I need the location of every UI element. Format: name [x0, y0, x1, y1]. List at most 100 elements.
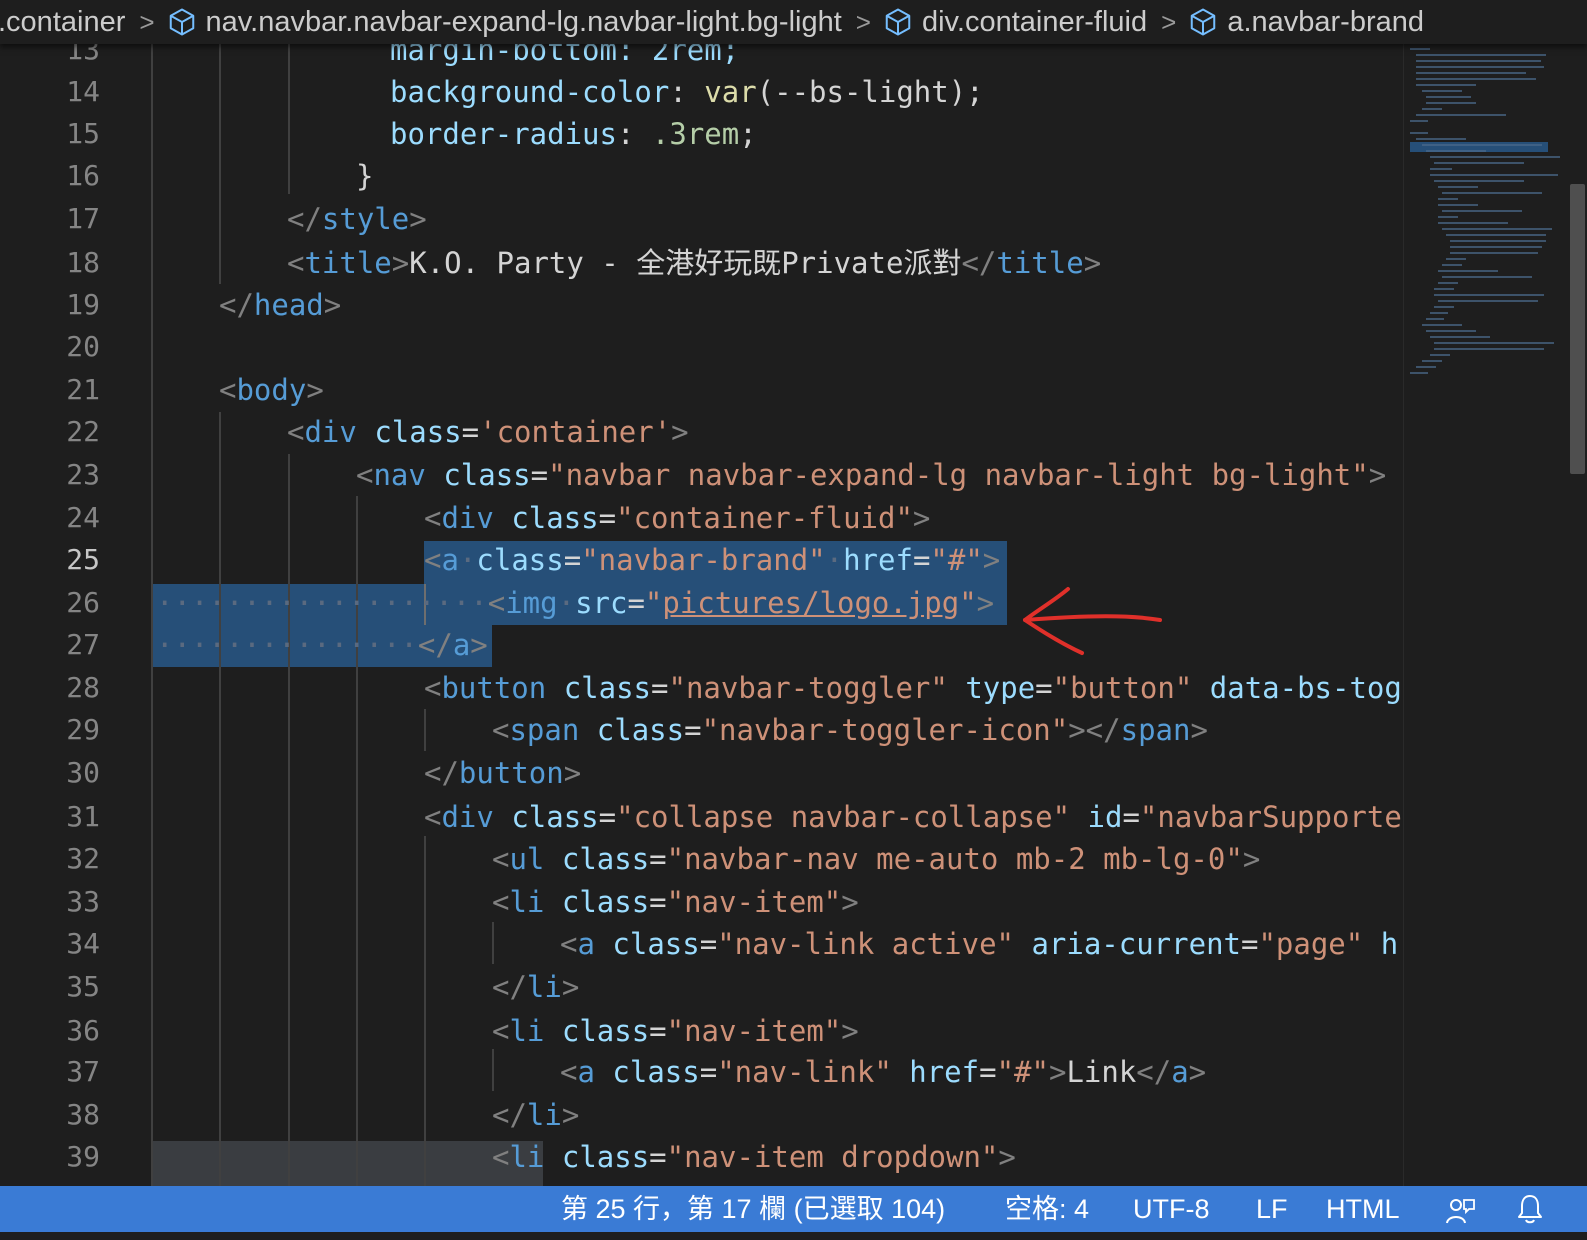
minimap-line [1422, 108, 1442, 110]
breadcrumb-item-a[interactable]: a.navbar-brand [1188, 6, 1424, 39]
code-line: <li class="nav-item dropdown"> [492, 1140, 1016, 1174]
attr-name: class [561, 885, 650, 919]
minimap-line [1438, 186, 1478, 188]
line-number: 27 [66, 628, 100, 661]
line-number: 14 [66, 75, 100, 108]
minimap-line [1416, 138, 1466, 140]
minimap-line [1434, 294, 1544, 296]
attr-name: class [443, 458, 531, 492]
indent-guide [219, 412, 221, 1186]
line-number-current: 25 [66, 543, 100, 576]
language-mode[interactable]: HTML [1326, 1186, 1400, 1232]
code-line: <a class="nav-link" href="#">Link</a> [560, 1055, 1207, 1089]
tag-name: li [526, 970, 562, 1004]
attr-value: "nav-item" [666, 1014, 842, 1048]
cursor-position[interactable]: 第 25 行，第 17 欄 (已選取 104) [561, 1186, 945, 1232]
indent-guide [219, 44, 221, 284]
minimap-line [1434, 348, 1544, 350]
code-line: } [356, 155, 373, 197]
minimap-line [1410, 132, 1428, 134]
attr-value: "navbarSupporte [1139, 800, 1402, 834]
code-line: <li class="nav-item"> [492, 885, 859, 919]
attr-value: "nav-link active" [717, 927, 1014, 961]
attr-name: class [563, 671, 652, 705]
attr-value: "navbar-toggler" [668, 671, 948, 705]
breadcrumb-label: div.container-fluid [921, 5, 1148, 38]
attr-value: "navbar-brand" [581, 543, 826, 577]
vertical-scrollbar[interactable] [1568, 44, 1587, 1186]
encoding-setting[interactable]: UTF-8 [1133, 1186, 1210, 1232]
indent-guide [151, 44, 153, 1186]
attr-name: class [561, 1140, 650, 1174]
tag-name: title [304, 246, 392, 280]
chevron-right-icon: > [139, 6, 155, 37]
line-number: 30 [66, 756, 100, 789]
tag-name: li [526, 1098, 562, 1132]
minimap-line [1410, 120, 1428, 122]
code-line: <body> [219, 373, 324, 407]
minimap-line [1426, 150, 1486, 152]
line-number: 17 [66, 202, 100, 235]
tag-name: li [509, 1014, 545, 1048]
attr-name: src [575, 586, 628, 620]
indent-guide [492, 1049, 494, 1091]
minimap-line [1426, 96, 1471, 98]
minimap-line [1446, 258, 1466, 260]
minimap-line [1426, 102, 1476, 104]
minimap-line [1430, 354, 1450, 356]
indentation-setting[interactable]: 空格: 4 [1005, 1186, 1089, 1232]
attr-value: "collapse navbar-collapse" [616, 800, 1071, 834]
code-line: </style> [287, 202, 427, 236]
code-line: </head> [219, 288, 342, 322]
file-link[interactable]: pictures/logo.jpg [662, 586, 959, 620]
breadcrumb-item-container[interactable]: .container [0, 6, 125, 39]
attr-value: "nav-item dropdown" [666, 1140, 999, 1174]
breadcrumb-label: nav.navbar.navbar-expand-lg.navbar-light… [205, 5, 842, 38]
line-number: 20 [66, 330, 100, 363]
breadcrumb-item-div[interactable]: div.container-fluid [883, 6, 1147, 39]
minimap-line [1422, 90, 1462, 92]
code-line-selected: ···············</a> [156, 628, 488, 662]
code-line: <div class='container'> [287, 415, 689, 449]
minimap-line [1438, 198, 1458, 200]
line-number: 35 [66, 970, 100, 1003]
line-number: 36 [66, 1014, 100, 1047]
minimap-line [1416, 78, 1536, 80]
attr-name: href [843, 543, 913, 577]
minimap-line [1416, 366, 1436, 368]
attr-name: class [596, 713, 685, 747]
chevron-right-icon: > [855, 6, 871, 37]
attr-name: id [1087, 800, 1123, 834]
line-number: 23 [66, 458, 100, 491]
tag-name: a [441, 543, 459, 577]
code-line: <a class="nav-link active" aria-current=… [560, 927, 1399, 961]
chevron-right-icon: > [1161, 6, 1177, 37]
tag-name: div [441, 501, 494, 535]
tag-name: div [441, 800, 494, 834]
tag-name: button [458, 756, 564, 790]
scrollbar-thumb[interactable] [1570, 184, 1585, 474]
minimap-line [1446, 234, 1546, 236]
breadcrumb-item-nav[interactable]: nav.navbar.navbar-expand-lg.navbar-light… [167, 6, 842, 39]
code-line: <button class="navbar-toggler" type="but… [424, 667, 1403, 709]
tag-name: li [509, 885, 545, 919]
minimap-line [1438, 270, 1498, 272]
eol-setting[interactable]: LF [1256, 1186, 1288, 1232]
feedback-button[interactable] [1444, 1194, 1476, 1224]
indent-guide [492, 922, 494, 964]
minimap[interactable] [1403, 44, 1569, 1186]
tag-name: a [1171, 1055, 1189, 1089]
attr-value: "#" [996, 1055, 1049, 1089]
attr-name: class [561, 842, 650, 876]
cube-icon [169, 8, 194, 36]
minimap-line [1438, 204, 1478, 206]
notifications-button[interactable] [1516, 1193, 1544, 1225]
minimap-line [1438, 222, 1508, 224]
attr-name: class [511, 501, 599, 535]
tag-name: a [577, 1055, 595, 1089]
code-line: </li> [492, 970, 580, 1004]
line-number: 32 [66, 842, 100, 875]
breadcrumb-label: a.navbar-brand [1227, 5, 1424, 38]
line-number: 28 [66, 671, 100, 704]
tag-name: ul [509, 842, 545, 876]
